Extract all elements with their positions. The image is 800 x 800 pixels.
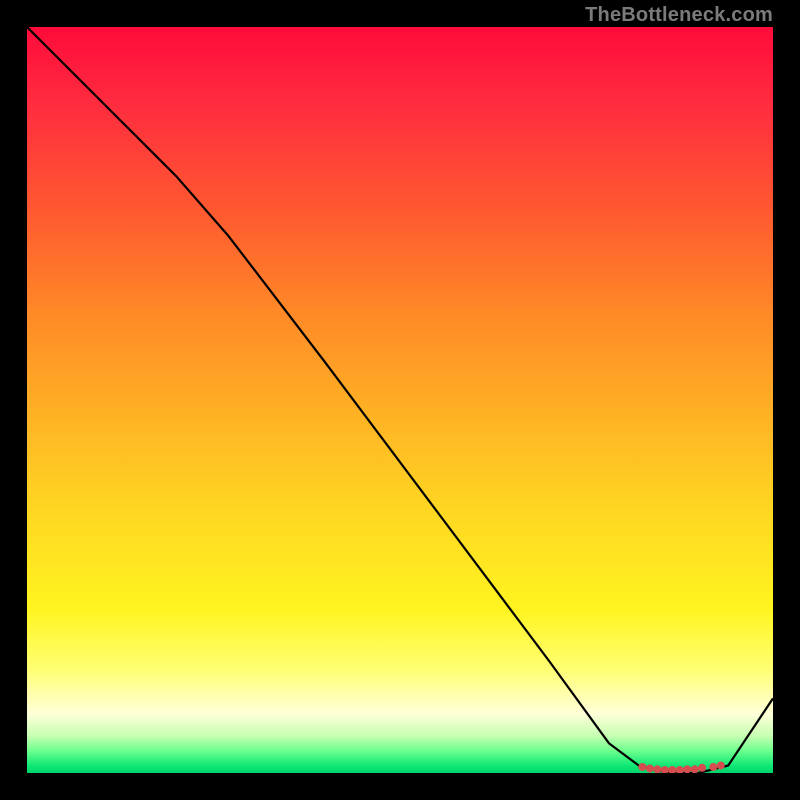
marker-dot — [668, 766, 676, 773]
marker-dot — [661, 766, 669, 773]
marker-dot — [646, 765, 654, 773]
watermark-text: TheBottleneck.com — [585, 4, 773, 27]
marker-dot — [676, 766, 684, 773]
marker-cluster — [638, 762, 724, 774]
marker-dot — [709, 763, 717, 771]
chart-overlay — [27, 27, 773, 773]
marker-dot — [698, 764, 706, 772]
data-curve — [27, 27, 773, 773]
marker-dot — [691, 765, 699, 773]
marker-dot — [717, 762, 725, 770]
plot-area — [27, 27, 773, 773]
marker-dot — [683, 765, 691, 773]
chart-frame: TheBottleneck.com — [0, 0, 800, 800]
marker-dot — [638, 763, 646, 771]
marker-dot — [653, 765, 661, 773]
